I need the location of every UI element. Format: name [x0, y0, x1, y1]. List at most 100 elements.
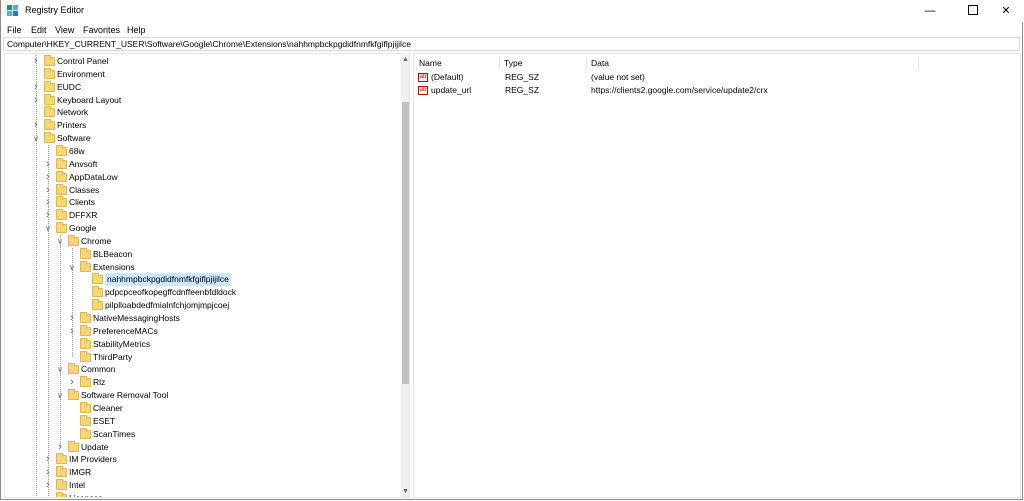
scroll-down-icon[interactable]: ▼ [401, 487, 409, 497]
tree-node-label: IMGR [69, 467, 92, 478]
tree-node[interactable]: › Classes [5, 183, 395, 197]
close-icon: ✕ [1001, 5, 1011, 17]
tree-node[interactable]: › Update [5, 440, 395, 454]
tree-node-label: ScanTimes [93, 428, 136, 439]
tree-node[interactable]: › IM Providers [5, 453, 395, 466]
tree-node[interactable]: ∨ Google [5, 222, 395, 235]
tree-node-selected[interactable]: nahhmpbckpgdidfnmfkfgiflpjijilce [5, 273, 395, 287]
tree-node-label: Cleaner [93, 402, 123, 413]
tree-node-label: 68w [69, 145, 85, 156]
tree-node-label: Software Removal Tool [81, 390, 169, 401]
tree-node[interactable]: › PreferenceMACs [5, 324, 395, 338]
folder-icon [68, 234, 79, 246]
values-list[interactable]: Name Type Data ab (Default) REG_SZ (valu… [413, 53, 1021, 498]
tree-node[interactable]: › EUDC [5, 80, 395, 94]
tree-node[interactable]: Cleaner [5, 401, 395, 415]
value-row[interactable]: ab (Default) REG_SZ (value not set) [418, 71, 1018, 84]
tree-node-label: DFFXR [69, 210, 98, 221]
tree-node[interactable]: ∨ Common [5, 363, 395, 376]
tree-node[interactable]: ∨ Software [5, 132, 395, 145]
close-button[interactable]: ✕ [989, 0, 1023, 22]
value-data: (value not set) [591, 72, 645, 82]
column-header-type[interactable]: Type [504, 56, 522, 70]
value-name: update_url [431, 85, 472, 95]
address-bar[interactable]: Computer\HKEY_CURRENT_USER\Software\Goog… [3, 37, 1020, 51]
registry-tree[interactable]: › Control Panel Environment › EUDC › Keyboard … [4, 53, 410, 498]
folder-icon [44, 106, 55, 118]
column-separator[interactable] [499, 56, 500, 70]
folder-icon [44, 93, 55, 105]
folder-icon [80, 427, 91, 439]
tree-node-label: Keyboard Layout [57, 94, 122, 105]
column-separator[interactable] [918, 56, 919, 70]
folder-icon [80, 376, 91, 388]
tree-node-label: Printers [57, 120, 87, 131]
folder-icon [68, 363, 79, 375]
tree-node-label: Anvsoft [69, 158, 98, 169]
folder-icon [44, 55, 55, 66]
value-name: (Default) [431, 72, 464, 82]
tree-node-label: Classes [69, 184, 100, 195]
tree-node[interactable]: ∨ Extensions [5, 260, 395, 274]
tree-scrollbar[interactable]: ▲ ▼ [401, 55, 409, 497]
tree-guide-line [36, 55, 37, 497]
menu-edit[interactable]: Edit [31, 25, 47, 35]
minimize-button[interactable]: — [913, 0, 947, 22]
tree-node-label: Extensions [93, 261, 135, 272]
tree-node-label: NativeMessagingHosts [93, 313, 180, 323]
menu-view[interactable]: View [55, 25, 74, 35]
tree-node-label: Chrome [81, 235, 112, 246]
tree-node[interactable]: ScanTimes [5, 427, 395, 441]
tree-node[interactable]: Network [5, 106, 395, 119]
tree-node[interactable]: › Control Panel [5, 55, 395, 68]
value-data: https://clients2.google.com/service/upda… [591, 85, 768, 95]
tree-node[interactable]: pilplloabdedfmialnfchjomjmpjcoej [5, 299, 395, 312]
folder-icon [68, 389, 79, 401]
scrollbar-thumb[interactable] [402, 102, 409, 384]
folder-icon [92, 273, 103, 285]
value-row[interactable]: ab update_url REG_SZ https://clients2.go… [418, 84, 1018, 97]
tree-node[interactable]: › Keyboard Layout [5, 93, 395, 107]
tree-node-label: Clients [69, 197, 95, 208]
tree-node[interactable]: pdpcpceofkopegffcdnffeenbfdldock [5, 286, 395, 299]
tree-node-label: pilplloabdedfmialnfchjomjmpjcoej [105, 300, 230, 311]
tree-node[interactable]: › Printers [5, 119, 395, 132]
tree-node[interactable]: ∨ Software Removal Tool [5, 389, 395, 402]
tree-node[interactable]: › Anvsoft [5, 157, 395, 171]
tree-node[interactable]: › Clients [5, 196, 395, 209]
tree-node[interactable]: Environment [5, 67, 395, 81]
tree-node[interactable]: ThirdParty [5, 350, 395, 364]
title-bar[interactable]: Registry Editor — ✕ [1, 0, 1024, 22]
folder-icon [56, 479, 67, 491]
tree-node[interactable]: › AppDataLow [5, 170, 395, 184]
maximize-button[interactable] [956, 0, 990, 22]
tree-node[interactable]: Licenses [5, 491, 395, 497]
tree-node[interactable]: › IMGR [5, 466, 395, 479]
folder-icon [56, 170, 67, 182]
tree-node[interactable]: › NativeMessagingHosts [5, 312, 395, 325]
folder-icon [80, 337, 91, 349]
scroll-up-icon[interactable]: ▲ [401, 55, 409, 65]
tree-node-label: Rlz [93, 377, 106, 388]
registry-editor-icon [7, 5, 18, 16]
tree-node[interactable]: ESET [5, 414, 395, 428]
tree-node-label: Control Panel [57, 56, 109, 66]
tree-node[interactable]: › Intel [5, 479, 395, 492]
folder-icon [80, 260, 91, 272]
tree-node[interactable]: › Rlz [5, 376, 395, 389]
column-separator[interactable] [586, 56, 587, 70]
menu-file[interactable]: File [7, 25, 22, 35]
tree-guide-line [48, 144, 49, 497]
column-header-data[interactable]: Data [591, 56, 609, 70]
folder-icon [56, 491, 67, 497]
menu-favorites[interactable]: Favorites [83, 25, 120, 35]
tree-node[interactable]: 68w [5, 144, 395, 158]
tree-node[interactable]: ∨ Chrome [5, 234, 395, 248]
folder-icon [56, 466, 67, 478]
tree-node[interactable]: StabilityMetrics [5, 337, 395, 351]
menu-help[interactable]: Help [127, 25, 146, 35]
tree-node[interactable]: BLBeacon [5, 247, 395, 261]
chevron-right-icon[interactable]: › [68, 376, 76, 389]
column-header-name[interactable]: Name [419, 56, 442, 70]
tree-node[interactable]: › DFFXR [5, 209, 395, 222]
